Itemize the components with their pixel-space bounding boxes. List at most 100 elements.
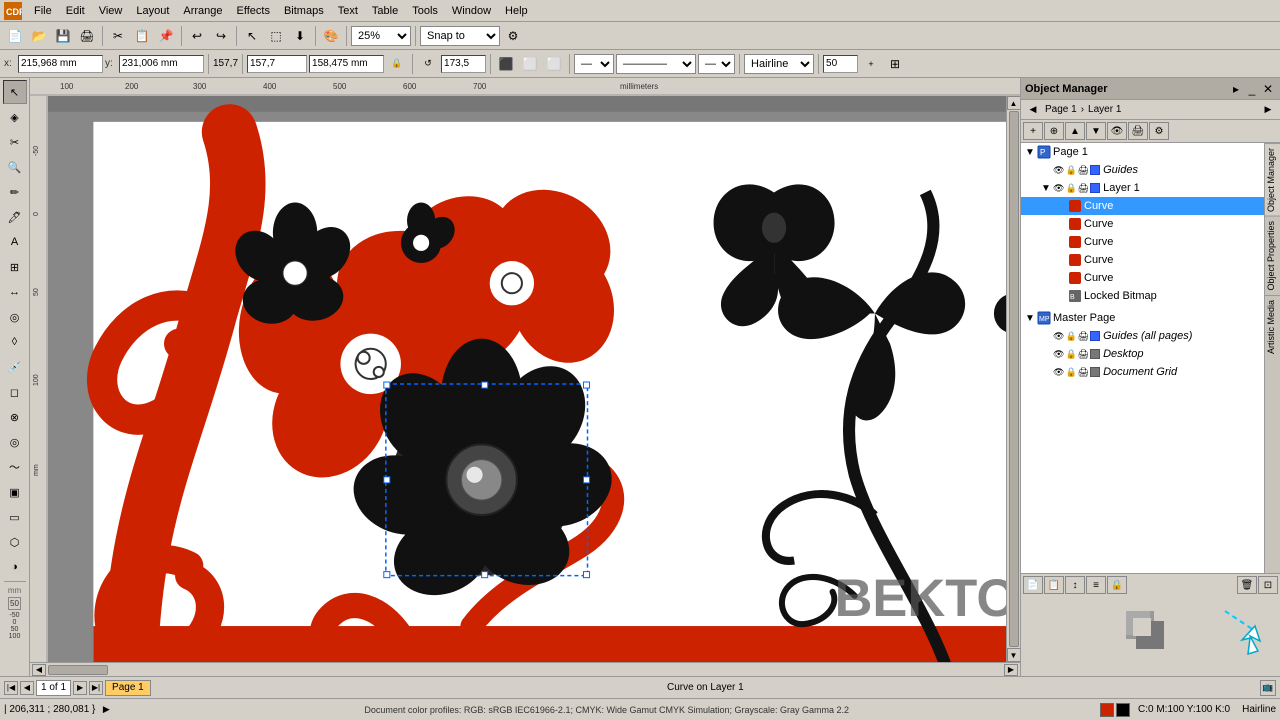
open-button[interactable]: 📂: [28, 25, 50, 47]
outline-color[interactable]: [1116, 703, 1130, 717]
play-btn[interactable]: ▶: [99, 703, 113, 717]
x-coord-input[interactable]: [18, 55, 103, 73]
fill-color[interactable]: [1100, 703, 1114, 717]
save-button[interactable]: 💾: [52, 25, 74, 47]
obj-manager-minimize[interactable]: _: [1244, 81, 1260, 97]
distort-tool[interactable]: 〜: [3, 455, 27, 479]
align-right[interactable]: ⬜: [543, 53, 565, 75]
obj-layer-btn[interactable]: ≡: [1086, 576, 1106, 594]
rotation-input[interactable]: [441, 55, 486, 73]
zoom-tool[interactable]: 🔍: [3, 155, 27, 179]
align-left[interactable]: ⬛: [495, 53, 517, 75]
width-input[interactable]: [247, 55, 307, 73]
align-center[interactable]: ⬜: [519, 53, 541, 75]
vscroll-thumb[interactable]: [1009, 111, 1019, 647]
desktop-vis-print[interactable]: 🖨: [1078, 349, 1089, 360]
cut-button[interactable]: ✂: [107, 25, 129, 47]
blend-tool[interactable]: ⊗: [3, 405, 27, 429]
select-button[interactable]: ↖: [241, 25, 263, 47]
guides-vis-lock[interactable]: 🔒: [1065, 165, 1076, 176]
guides-vis-eye[interactable]: 👁: [1053, 165, 1064, 176]
tab-artistic-media[interactable]: Artistic Media: [1265, 295, 1280, 358]
zoom-dropdown[interactable]: 25% 50% 75% 100%: [351, 26, 411, 46]
obj-move-btn[interactable]: ↕: [1065, 576, 1085, 594]
nav-back[interactable]: ◀: [1025, 102, 1041, 118]
tree-curve3[interactable]: Curve: [1021, 233, 1264, 251]
shape-tool[interactable]: ◈: [3, 105, 27, 129]
page1-expand[interactable]: ▼: [1025, 147, 1037, 158]
envelope-tool[interactable]: ▭: [3, 505, 27, 529]
page-next-btn[interactable]: ▶: [73, 681, 87, 695]
tree-curve4[interactable]: Curve: [1021, 251, 1264, 269]
guides-all-vis-print[interactable]: 🖨: [1078, 331, 1089, 342]
docgrid-vis-lock[interactable]: 🔒: [1065, 367, 1076, 378]
transparency-tool[interactable]: ◑: [3, 555, 27, 579]
page-last-btn[interactable]: ▶|: [89, 681, 103, 695]
tree-locked-bitmap[interactable]: B Locked Bitmap: [1021, 287, 1264, 305]
move-down-btn[interactable]: ▼: [1086, 122, 1106, 140]
import-button[interactable]: ⬇: [289, 25, 311, 47]
lock-ratio[interactable]: 🔒: [386, 53, 408, 75]
interactive-tool[interactable]: ◎: [3, 305, 27, 329]
menu-table[interactable]: Table: [366, 3, 404, 19]
shadow-tool[interactable]: ▣: [3, 480, 27, 504]
canvas[interactable]: BEKTOP OM: [48, 96, 1006, 662]
show-all-btn[interactable]: 👁: [1107, 122, 1127, 140]
obj-collapse-btn[interactable]: ⊡: [1258, 576, 1278, 594]
masterpage-expand[interactable]: ▼: [1025, 313, 1037, 324]
tree-layer1[interactable]: ▼ 👁 🔒 🖨 Layer 1: [1021, 179, 1264, 197]
line-style-dropdown[interactable]: —: [574, 54, 614, 74]
undo-button[interactable]: ↩: [186, 25, 208, 47]
extrude-tool[interactable]: ⬡: [3, 530, 27, 554]
obj-tree[interactable]: ▼ P Page 1 👁 🔒 🖨 Guides ▼ �: [1021, 143, 1264, 573]
menu-tools[interactable]: Tools: [406, 3, 444, 19]
hscroll-thumb[interactable]: [48, 665, 108, 675]
settings-btn[interactable]: ⚙: [1149, 122, 1169, 140]
layer1-vis-lock[interactable]: 🔒: [1065, 183, 1076, 194]
transform-button[interactable]: ⬚: [265, 25, 287, 47]
page-first-btn[interactable]: |◀: [4, 681, 18, 695]
tree-page1[interactable]: ▼ P Page 1: [1021, 143, 1264, 161]
table-tool[interactable]: ⊞: [3, 255, 27, 279]
tree-master-page[interactable]: ▼ MP Master Page: [1021, 309, 1264, 327]
crop-tool[interactable]: ✂: [3, 130, 27, 154]
page-prev-btn[interactable]: ◀: [20, 681, 34, 695]
menu-arrange[interactable]: Arrange: [177, 3, 228, 19]
menu-bitmaps[interactable]: Bitmaps: [278, 3, 330, 19]
obj-new-btn[interactable]: 📄: [1023, 576, 1043, 594]
vscroll-down[interactable]: ▼: [1007, 648, 1021, 662]
snap-options[interactable]: ⚙: [502, 25, 524, 47]
snap-dropdown[interactable]: Snap to: [420, 26, 500, 46]
h-scrollbar[interactable]: ◀ ▶: [30, 662, 1020, 676]
height-input[interactable]: [309, 55, 384, 73]
eyedropper-tool[interactable]: 💉: [3, 355, 27, 379]
docgrid-vis-print[interactable]: 🖨: [1078, 367, 1089, 378]
menu-text[interactable]: Text: [332, 3, 364, 19]
print-all-btn[interactable]: 🖨: [1128, 122, 1148, 140]
redo-button[interactable]: ↪: [210, 25, 232, 47]
menu-view[interactable]: View: [93, 3, 129, 19]
dimension-tool[interactable]: ↔: [3, 280, 27, 304]
tree-guides-all[interactable]: 👁 🔒 🖨 Guides (all pages): [1021, 327, 1264, 345]
outline-tool[interactable]: ◻: [3, 380, 27, 404]
layer1-vis-eye[interactable]: 👁: [1053, 183, 1064, 194]
fill-button[interactable]: 🎨: [320, 25, 342, 47]
nav-forward[interactable]: ▶: [1260, 102, 1276, 118]
size-up[interactable]: +: [860, 53, 882, 75]
tree-doc-grid[interactable]: 👁 🔒 🖨 Document Grid: [1021, 363, 1264, 381]
menu-window[interactable]: Window: [446, 3, 497, 19]
menu-effects[interactable]: Effects: [231, 3, 276, 19]
contour-tool[interactable]: ◎: [3, 430, 27, 454]
tab-object-manager[interactable]: Object Manager: [1265, 143, 1280, 216]
hairline-dropdown[interactable]: Hairline: [744, 54, 814, 74]
menu-edit[interactable]: Edit: [60, 3, 91, 19]
obj-delete-btn[interactable]: 🗑: [1237, 576, 1257, 594]
layer1-vis-print[interactable]: 🖨: [1078, 183, 1089, 194]
copy-button[interactable]: 📋: [131, 25, 153, 47]
move-up-btn[interactable]: ▲: [1065, 122, 1085, 140]
desktop-vis-eye[interactable]: 👁: [1053, 349, 1064, 360]
freehand-tool[interactable]: ✏: [3, 180, 27, 204]
docgrid-vis-eye[interactable]: 👁: [1053, 367, 1064, 378]
hscroll-left[interactable]: ◀: [32, 664, 46, 676]
guides-vis-print[interactable]: 🖨: [1078, 165, 1089, 176]
